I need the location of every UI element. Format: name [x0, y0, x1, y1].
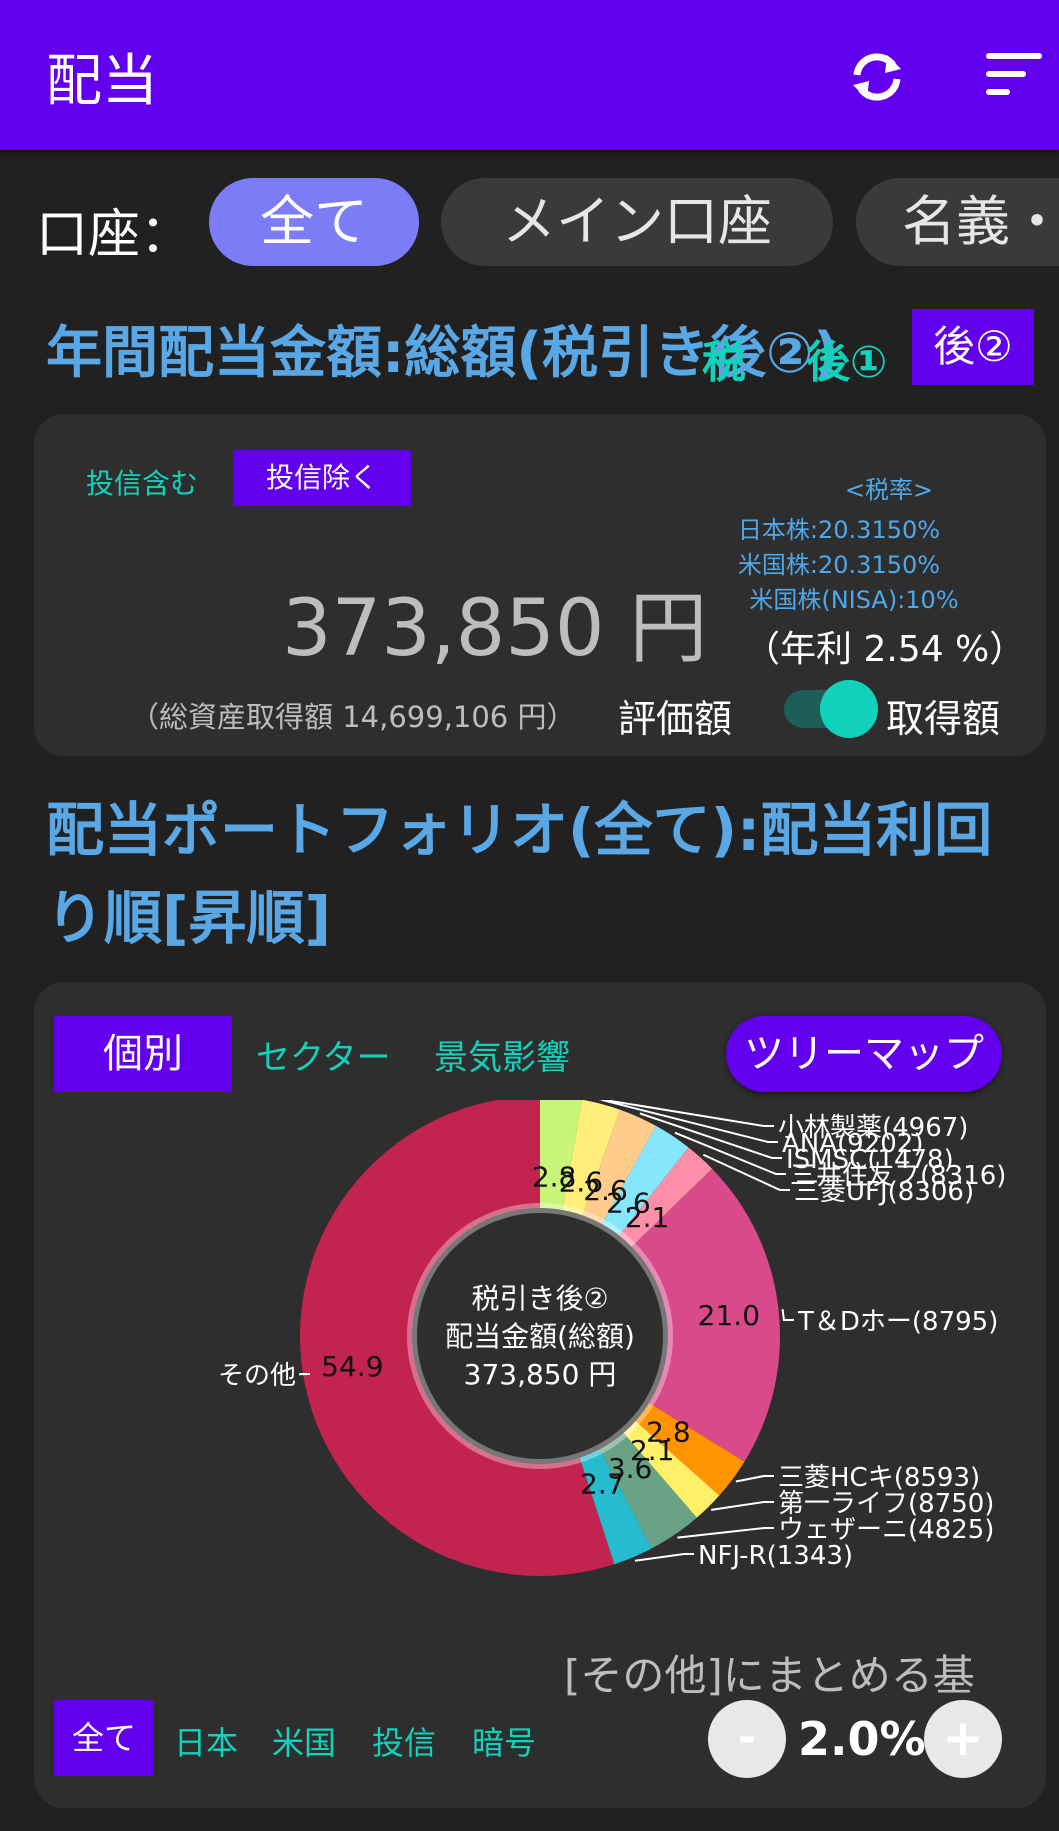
filter-crypto[interactable]: 暗号: [472, 1718, 536, 1764]
filter-all[interactable]: 全て: [54, 1700, 154, 1776]
annual-amount: 373,850 円: [282, 584, 708, 674]
include-funds-toggle[interactable]: 投信含む: [86, 462, 198, 502]
account-filter-row: 口座： 全て メイン口座 名義・: [0, 176, 1059, 268]
overlay-label-2: 後①: [806, 337, 888, 388]
slice-name-label: その他: [218, 1361, 296, 1391]
portfolio-title-line2: り順[昇順]: [46, 884, 332, 952]
portfolio-card: 個別 セクター 景気影響 ツリーマップ 2.8 2.6 2.6 2.6 2.1 21.0 2…: [34, 982, 1046, 1808]
overlay-label-1: 税: [702, 337, 746, 388]
account-chip-nominee[interactable]: 名義・: [856, 178, 1059, 266]
leader-line: [735, 1475, 774, 1483]
dividend-donut-chart: 2.82.62.62.62.121.02.82.13.62.754.9小林製薬(…: [218, 1100, 1006, 1576]
threshold-value: 2.0%: [798, 1712, 926, 1766]
account-chip-all[interactable]: 全て: [209, 178, 419, 266]
portfolio-title: 配当ポートフォリオ(全て):配当利回 り順[昇順]: [46, 786, 992, 962]
switch-thumb: [820, 680, 878, 738]
sort-icon[interactable]: [982, 45, 1046, 109]
tab-individual[interactable]: 個別: [54, 1016, 232, 1092]
filter-us[interactable]: 米国: [272, 1718, 336, 1764]
account-chip-main[interactable]: メイン口座: [441, 178, 833, 266]
portfolio-title-line1: 配当ポートフォリオ(全て):配当利回: [46, 796, 993, 864]
filter-funds[interactable]: 投信: [372, 1718, 436, 1764]
refresh-icon[interactable]: [845, 45, 909, 109]
page-title: 配当: [46, 49, 158, 114]
after-tax-2-button[interactable]: 後②: [912, 309, 1034, 385]
leader-line: [677, 1527, 774, 1539]
leader-line: [781, 1309, 794, 1321]
exclude-funds-toggle[interactable]: 投信除く: [233, 450, 411, 506]
donut-center-text: 税引き後②: [471, 1282, 608, 1315]
treemap-button[interactable]: ツリーマップ: [726, 1016, 1002, 1092]
slice-value-label: 2.1: [625, 1201, 670, 1234]
valuation-switch[interactable]: [784, 680, 878, 738]
slice-value-label: 2.7: [580, 1467, 625, 1500]
app-bar: 配当: [0, 0, 1059, 150]
tax-rate-header: <税率>: [844, 476, 934, 504]
slice-name-label: 三菱UFJ(8306): [794, 1177, 974, 1207]
slice-value-label: 54.9: [321, 1350, 383, 1383]
tax-rate-nisa: 米国株(NISA):10%: [749, 586, 959, 614]
increase-threshold-button[interactable]: +: [924, 1700, 1002, 1778]
slice-name-label: T＆Dホー(8795): [797, 1307, 998, 1337]
tax-rate-us: 米国株:20.3150%: [737, 551, 941, 579]
donut-center-text: 373,850 円: [464, 1358, 617, 1391]
group-threshold-label: [その他]にまとめる基: [564, 1651, 975, 1700]
tab-sector[interactable]: セクター: [256, 1030, 391, 1079]
annual-dividend-card: 投信含む 投信除く <税率> 日本株:20.3150% 米国株:20.3150%…: [34, 414, 1046, 756]
filter-japan[interactable]: 日本: [174, 1718, 238, 1764]
total-acquisition-cost: （総資産取得額 14,699,106 円）: [130, 700, 576, 734]
acquisition-label: 取得額: [886, 697, 1001, 741]
tab-economy[interactable]: 景気影響: [434, 1030, 570, 1079]
tax-rate-jp: 日本株:20.3150%: [737, 516, 941, 544]
slice-name-label: NFJ-R(1343): [698, 1541, 853, 1571]
valuation-label: 評価額: [618, 697, 733, 741]
slice-value-label: 21.0: [698, 1299, 760, 1332]
account-label: 口座：: [36, 205, 193, 265]
donut-center-text: 配当金額(総額): [445, 1320, 635, 1353]
leader-line: [634, 1553, 694, 1562]
annual-yield: （年利 2.54 %）: [744, 629, 1026, 670]
decrease-threshold-button[interactable]: -: [708, 1700, 786, 1778]
leader-line: [711, 1501, 774, 1511]
